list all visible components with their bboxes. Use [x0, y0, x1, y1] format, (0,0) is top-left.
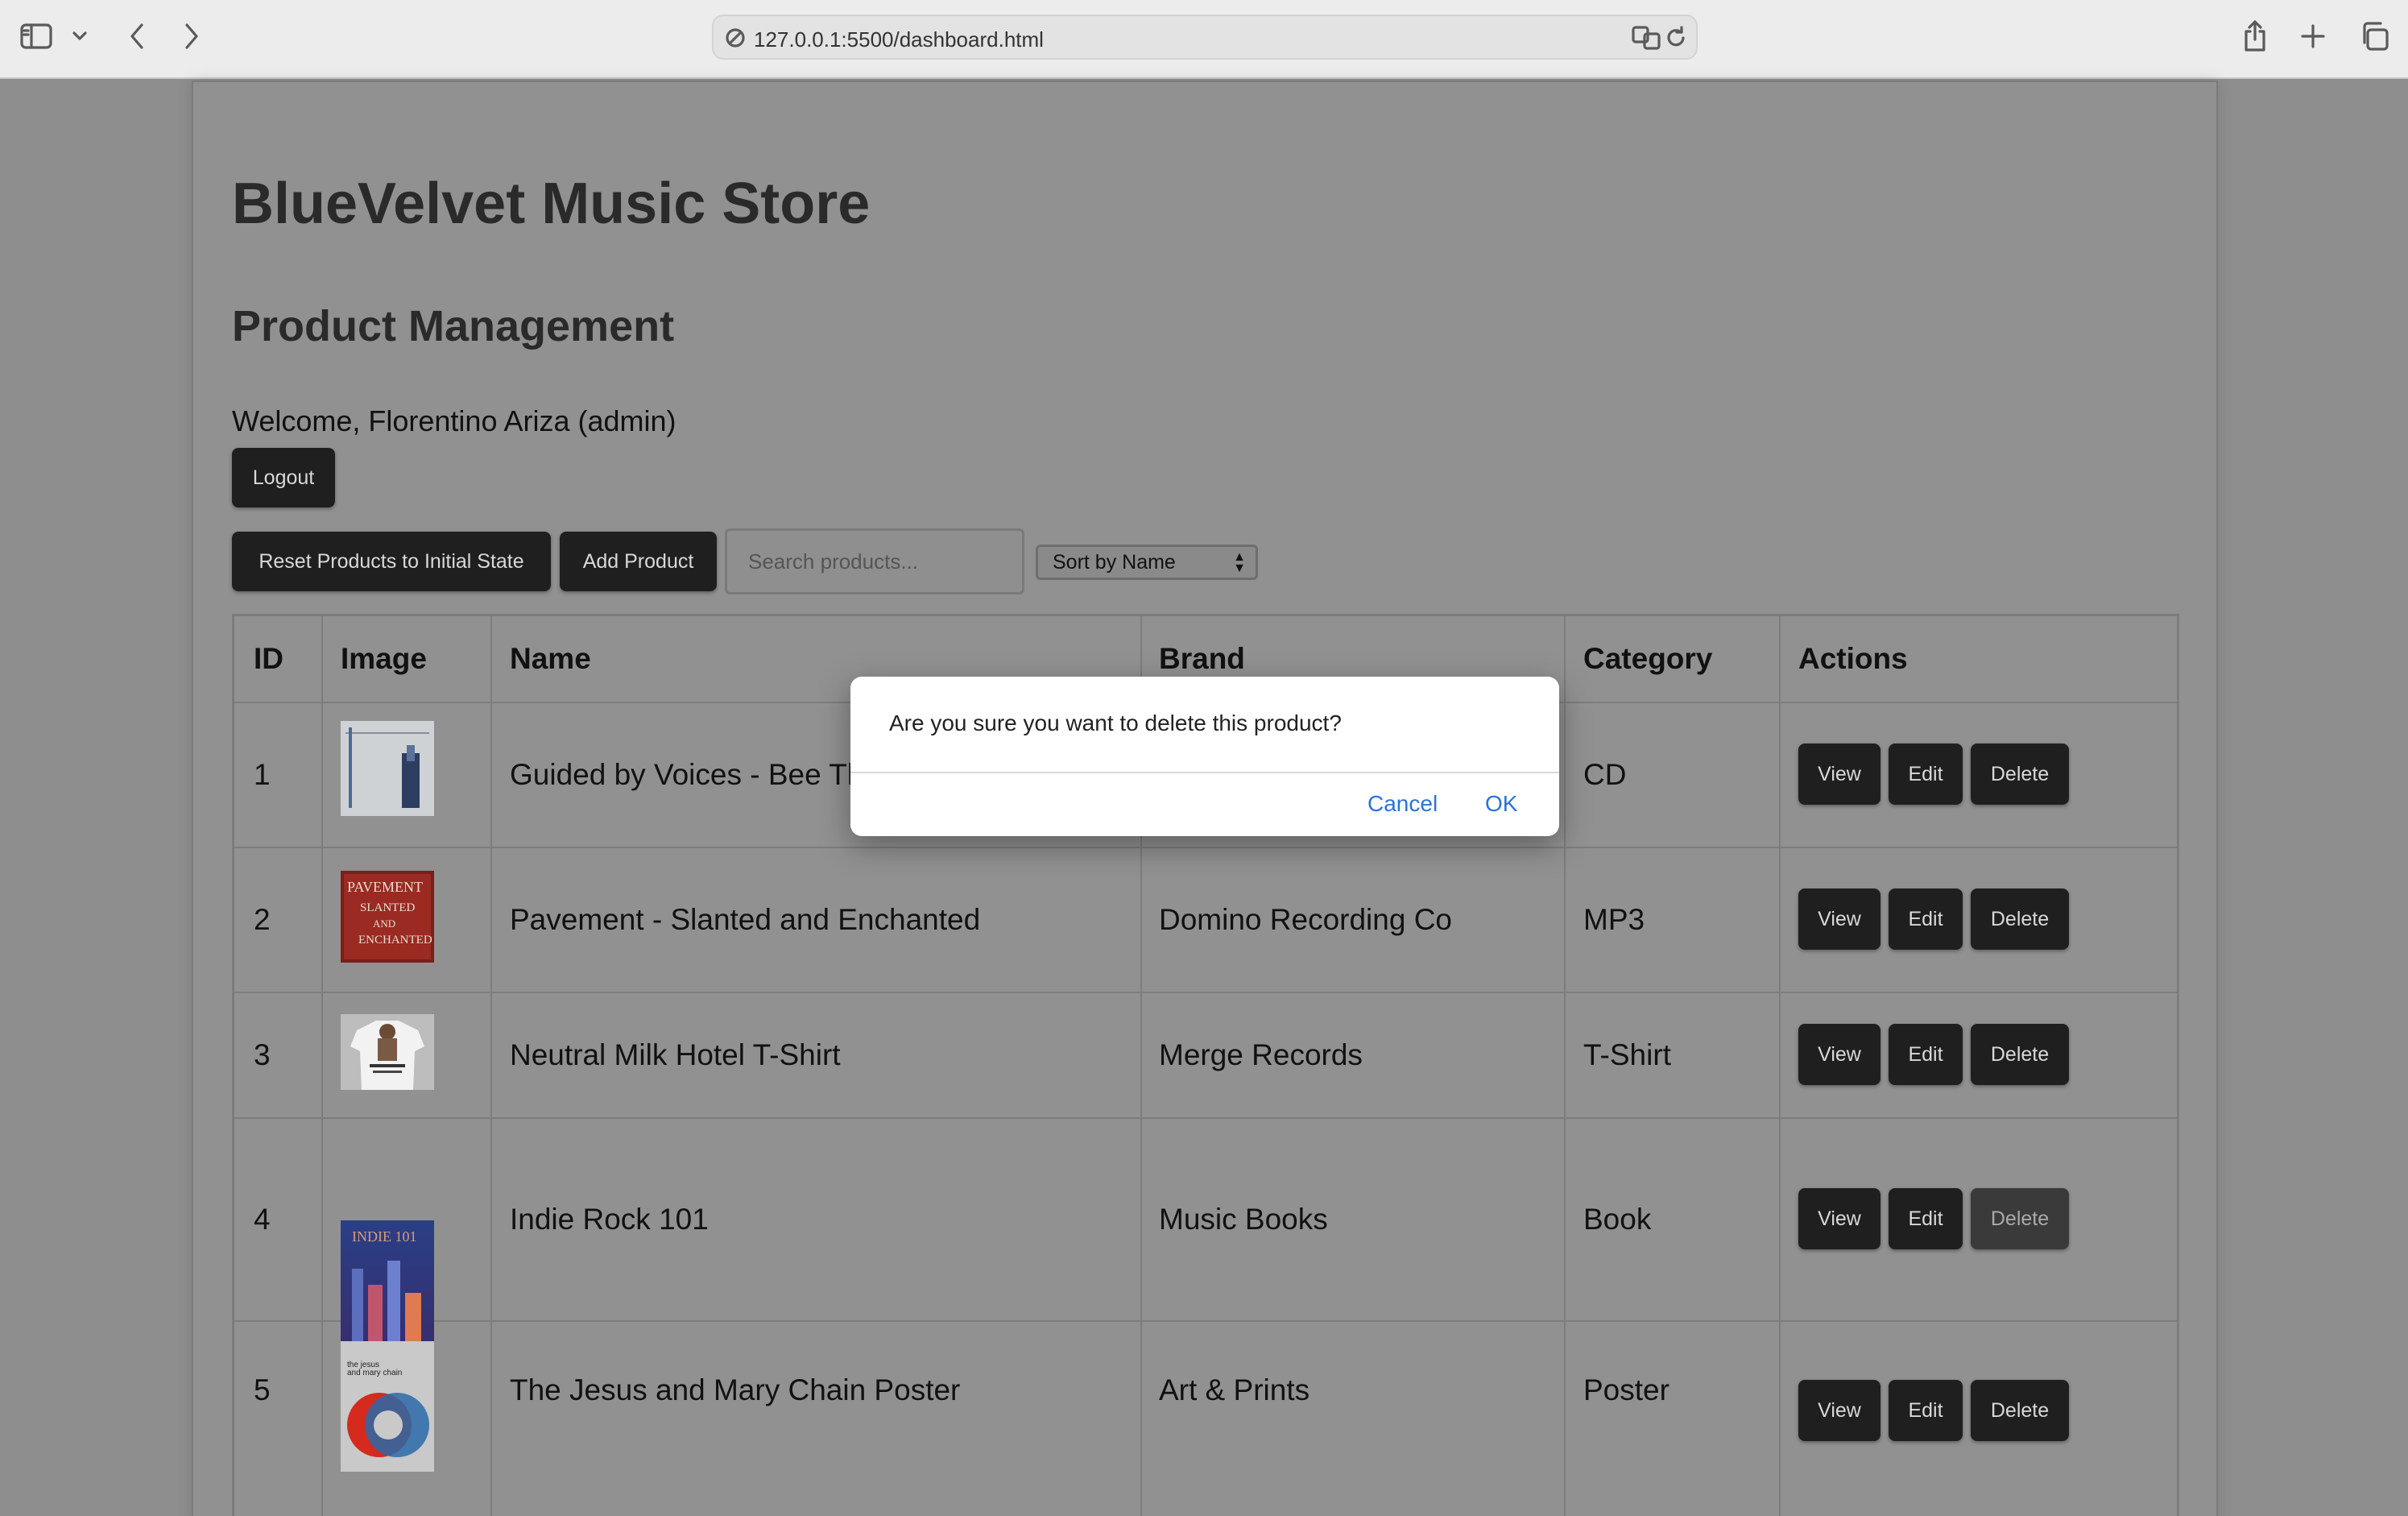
row-2-category: MP3: [1583, 903, 1645, 936]
delete-button[interactable]: Delete: [1971, 888, 2069, 950]
view-button[interactable]: View: [1798, 888, 1880, 950]
row-2-brand: Domino Recording Co: [1159, 903, 1453, 936]
row-4-brand: Music Books: [1159, 1203, 1328, 1236]
site-title: BlueVelvet Music Store: [232, 172, 871, 236]
row-4-category: Book: [1583, 1203, 1652, 1236]
search-input[interactable]: [725, 528, 1024, 594]
browser-toolbar: 127.0.0.1:5500/dashboard.html: [0, 0, 2408, 79]
edit-button[interactable]: Edit: [1889, 744, 1963, 805]
translate-icon[interactable]: [1632, 24, 1661, 54]
view-button[interactable]: View: [1798, 1024, 1880, 1085]
logout-button[interactable]: Logout: [232, 448, 335, 507]
column-header-id: ID: [254, 642, 283, 675]
welcome-text: Welcome, Florentino Ariza (admin): [232, 404, 676, 437]
column-header-name: Name: [510, 642, 591, 675]
row-5-id: 5: [254, 1373, 271, 1406]
delete-button[interactable]: Delete: [1971, 744, 2069, 805]
site-info-icon[interactable]: [725, 27, 746, 52]
section-title: Product Management: [232, 302, 675, 350]
sort-select[interactable]: Sort by Name ▲ ▼: [1036, 545, 1258, 580]
product-image[interactable]: [341, 1014, 434, 1090]
product-image[interactable]: the jesus and mary chain: [341, 1341, 434, 1472]
column-divider: [490, 616, 492, 1516]
row-1-name: Guided by Voices - Bee Th: [510, 758, 864, 791]
share-icon[interactable]: [2239, 16, 2271, 56]
column-header-image: Image: [341, 642, 427, 675]
new-tab-icon[interactable]: [2297, 16, 2329, 56]
url-text: 127.0.0.1:5500/dashboard.html: [754, 27, 1044, 52]
row-2-name: Pavement - Slanted and Enchanted: [510, 903, 981, 936]
chevron-down-icon[interactable]: [68, 16, 92, 56]
reload-icon[interactable]: [1664, 26, 1688, 54]
thumbnail-text: AND: [373, 917, 395, 930]
thumbnail-text: SLANTED: [360, 901, 415, 914]
edit-button[interactable]: Edit: [1889, 1380, 1963, 1441]
row-1-id: 1: [254, 758, 271, 791]
row-3-name: Neutral Milk Hotel T-Shirt: [510, 1038, 841, 1071]
back-arrow-icon[interactable]: [121, 16, 153, 56]
delete-button[interactable]: Delete: [1971, 1380, 2069, 1441]
view-button[interactable]: View: [1798, 1188, 1880, 1249]
row-3-id: 3: [254, 1038, 271, 1071]
add-product-button[interactable]: Add Product: [560, 532, 717, 591]
column-header-category: Category: [1583, 642, 1713, 675]
row-5-name: The Jesus and Mary Chain Poster: [510, 1373, 961, 1406]
confirm-delete-dialog: Are you sure you want to delete this pro…: [850, 677, 1559, 836]
dialog-message: Are you sure you want to delete this pro…: [889, 710, 1342, 735]
sidebar-toggle-icon[interactable]: [16, 16, 56, 56]
column-header-actions: Actions: [1798, 642, 1908, 675]
column-divider: [321, 616, 323, 1516]
ok-button[interactable]: OK: [1485, 791, 1517, 817]
address-bar[interactable]: 127.0.0.1:5500/dashboard.html: [712, 14, 1698, 60]
delete-button[interactable]: Delete: [1971, 1188, 2069, 1249]
column-divider: [1564, 616, 1566, 1516]
view-button[interactable]: View: [1798, 744, 1880, 805]
row-1-category: CD: [1583, 758, 1627, 791]
product-image[interactable]: [341, 721, 434, 816]
thumbnail-text: PAVEMENT: [347, 879, 423, 895]
sort-selected-label: Sort by Name: [1053, 550, 1176, 574]
column-divider: [1779, 616, 1781, 1516]
edit-button[interactable]: Edit: [1889, 1024, 1963, 1085]
cancel-button[interactable]: Cancel: [1367, 791, 1438, 817]
dialog-divider: [850, 772, 1559, 773]
row-2-id: 2: [254, 903, 271, 936]
row-3-brand: Merge Records: [1159, 1038, 1363, 1071]
row-5-brand: Art & Prints: [1159, 1373, 1310, 1406]
tabs-overview-icon[interactable]: [2356, 16, 2392, 56]
product-image[interactable]: PAVEMENT SLANTED AND ENCHANTED: [341, 871, 434, 963]
row-3-category: T-Shirt: [1583, 1038, 1671, 1071]
thumbnail-text: ENCHANTED: [358, 934, 432, 946]
view-button[interactable]: View: [1798, 1380, 1880, 1441]
select-arrows-icon: ▲ ▼: [1233, 550, 1246, 575]
edit-button[interactable]: Edit: [1889, 888, 1963, 950]
thumbnail-text: INDIE 101: [352, 1228, 416, 1245]
thumbnail-text: and mary chain: [347, 1369, 402, 1377]
reset-products-button[interactable]: Reset Products to Initial State: [232, 532, 551, 591]
forward-arrow-icon[interactable]: [176, 16, 208, 56]
row-4-name: Indie Rock 101: [510, 1203, 709, 1236]
row-4-id: 4: [254, 1203, 271, 1236]
edit-button[interactable]: Edit: [1889, 1188, 1963, 1249]
delete-button[interactable]: Delete: [1971, 1024, 2069, 1085]
row-5-category: Poster: [1583, 1373, 1669, 1406]
